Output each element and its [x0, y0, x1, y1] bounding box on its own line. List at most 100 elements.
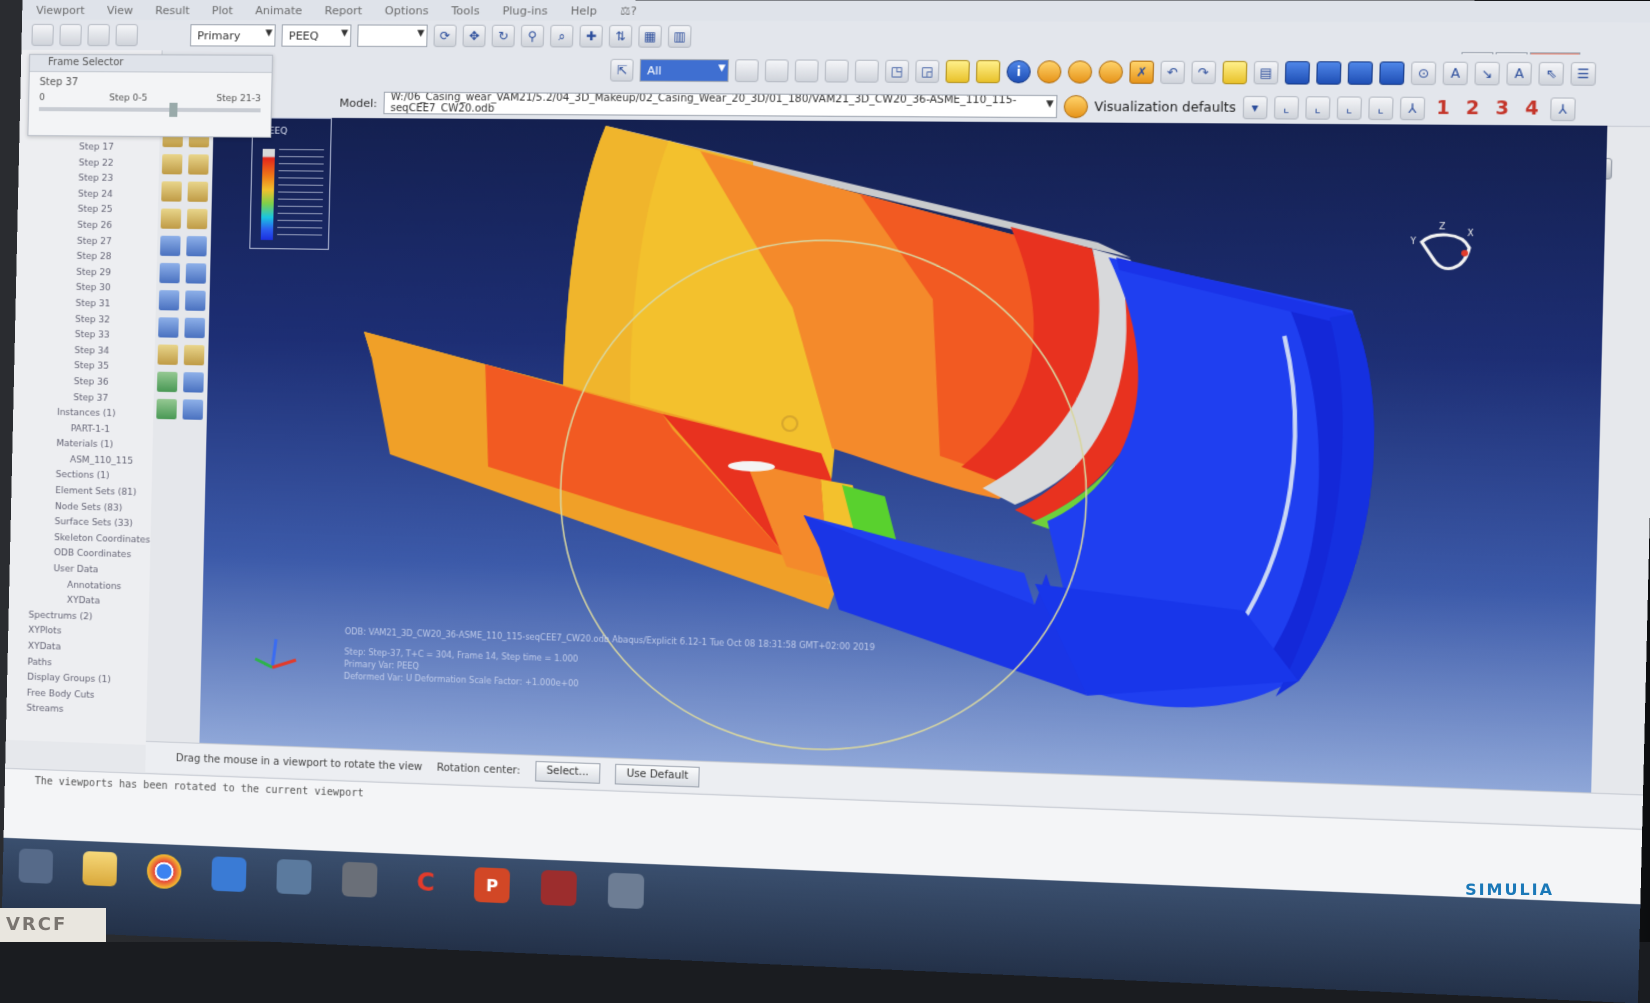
overlay-icon[interactable] — [1068, 60, 1093, 83]
powerpoint-icon[interactable]: P — [474, 867, 510, 903]
cursor-icon[interactable]: ⇖ — [1538, 62, 1564, 86]
start-icon[interactable] — [19, 848, 54, 883]
network-icon[interactable] — [276, 859, 312, 895]
section-cut-icon[interactable] — [156, 399, 177, 420]
visualization-dropdown-icon[interactable]: ▾ — [1242, 96, 1267, 119]
field-combo[interactable]: PEEQ▼ — [281, 24, 351, 46]
tree-item[interactable]: Step 25 — [18, 202, 159, 219]
contour-options-icon[interactable] — [186, 236, 207, 256]
primary-combo[interactable]: Primary▼ — [190, 24, 276, 46]
view-2-button[interactable]: 2 — [1461, 98, 1484, 120]
selection-filter-combo[interactable]: All▼ — [640, 59, 729, 82]
tile-stack-icon[interactable] — [1348, 61, 1373, 85]
select-icon[interactable] — [735, 59, 759, 82]
triad-icon[interactable]: ⅄ — [1550, 97, 1576, 121]
zoom-box-icon[interactable]: ⌕ — [550, 25, 574, 48]
xy-plot-icon[interactable] — [186, 263, 207, 283]
refresh-icon[interactable]: ⟳ — [433, 25, 456, 48]
chrome-icon[interactable] — [147, 854, 182, 890]
free-body-icon[interactable] — [184, 318, 205, 338]
list-icon[interactable]: ☰ — [1570, 62, 1596, 86]
settings-icon[interactable] — [541, 870, 577, 906]
replace-display-icon[interactable] — [183, 372, 204, 393]
tree-item[interactable]: Step 28 — [17, 249, 158, 266]
browser-icon[interactable] — [211, 856, 246, 892]
model-combo[interactable]: W:/06_Casing_wear_VAM21/5.2/04_3D_Makeup… — [383, 92, 1057, 118]
tree-item[interactable]: Step 17 — [19, 140, 160, 157]
view-back-icon[interactable]: ◲ — [915, 60, 939, 83]
common-options-icon[interactable] — [160, 236, 181, 256]
view-cut-icon[interactable] — [185, 290, 206, 310]
menu-viewport[interactable]: Viewport — [36, 3, 85, 16]
menu-report[interactable]: Report — [325, 4, 363, 17]
folder-icon[interactable] — [82, 851, 117, 887]
tree-item[interactable]: Step 23 — [18, 171, 159, 188]
frame-slider-knob[interactable] — [169, 103, 177, 117]
render-style-icon[interactable]: ▦ — [638, 25, 662, 48]
table-icon[interactable]: ▤ — [1254, 61, 1279, 84]
plot-material-orient-icon[interactable] — [187, 182, 208, 202]
display-options-icon[interactable] — [157, 372, 178, 393]
query-tool-icon[interactable] — [158, 344, 179, 364]
csys-yz-icon[interactable]: ⌞ — [1305, 96, 1330, 120]
create-path-icon[interactable] — [159, 290, 180, 310]
link-viewports-icon[interactable]: ⊙ — [1411, 62, 1436, 86]
plot-contours-deformed-icon[interactable] — [188, 154, 209, 174]
plot-contours-icon[interactable] — [162, 154, 183, 174]
sphere-icon[interactable] — [1098, 61, 1123, 84]
font-icon[interactable]: A — [1506, 62, 1532, 86]
redo-icon[interactable]: ↷ — [1191, 61, 1216, 84]
tree-item[interactable]: Step 26 — [17, 218, 158, 235]
auto-fit-icon[interactable]: ✚ — [579, 25, 603, 48]
plot-allow-multiple-icon[interactable] — [161, 208, 182, 228]
menu-view[interactable]: View — [107, 3, 134, 16]
ccleaner-icon[interactable]: C — [408, 864, 444, 900]
pan-icon[interactable]: ✥ — [462, 25, 485, 48]
undo-icon[interactable]: ↶ — [1160, 61, 1185, 84]
view-triad-icon[interactable]: Y Z X — [1398, 220, 1490, 285]
tree-item[interactable]: Step 22 — [19, 156, 160, 173]
arrow-annotation-icon[interactable]: ↘ — [1474, 62, 1500, 86]
plot-symbols-icon[interactable] — [161, 181, 182, 201]
menu-result[interactable]: Result — [155, 3, 190, 16]
select-box-icon[interactable] — [765, 59, 789, 82]
menu-plot[interactable]: Plot — [212, 4, 233, 17]
tile-horizontal-icon[interactable] — [1285, 61, 1310, 84]
menu-tools[interactable]: Tools — [451, 4, 479, 17]
select-drag-icon[interactable] — [795, 59, 819, 82]
save-icon[interactable] — [87, 24, 110, 46]
view-shaded-icon[interactable] — [976, 60, 1001, 83]
csys-zy-icon[interactable]: ⌞ — [1368, 97, 1393, 121]
frame-slider-track[interactable] — [39, 107, 261, 112]
view-4-button[interactable]: 4 — [1520, 98, 1543, 120]
csys-triad-icon[interactable]: ⅄ — [1400, 97, 1425, 121]
menu-plugins[interactable]: Plug-ins — [502, 4, 548, 17]
visualization-defaults-label[interactable]: Visualization defaults — [1094, 99, 1236, 115]
csys-xy-icon[interactable]: ⌞ — [1274, 96, 1299, 119]
xy-data-icon[interactable] — [159, 263, 180, 283]
print-icon[interactable] — [115, 24, 138, 46]
cycle-views-icon[interactable]: ⇅ — [609, 25, 633, 48]
info-icon[interactable]: i — [1006, 60, 1031, 83]
display-group-icon[interactable] — [1222, 61, 1247, 84]
mesh-icon[interactable]: ▥ — [668, 25, 692, 48]
open-icon[interactable] — [59, 24, 81, 46]
select-poly-icon[interactable] — [855, 60, 879, 83]
tile-cascade-icon[interactable] — [1316, 61, 1341, 84]
menu-options[interactable]: Options — [385, 4, 429, 17]
menu-animate[interactable]: Animate — [255, 4, 302, 17]
view-1-button[interactable]: 1 — [1431, 98, 1454, 119]
text-annotation-icon[interactable]: A — [1443, 62, 1469, 86]
csys-zx-icon[interactable]: ⌞ — [1336, 96, 1361, 120]
use-default-button[interactable]: Use Default — [615, 764, 700, 788]
casing-model[interactable] — [199, 117, 1607, 792]
section-icon[interactable] — [1037, 60, 1062, 83]
select-button[interactable]: Select... — [535, 761, 601, 784]
viewport[interactable]: PEEQ — [199, 117, 1607, 792]
misc-app-icon[interactable] — [608, 873, 645, 909]
select-circle-icon[interactable] — [825, 60, 849, 83]
magnify-icon[interactable]: ⚲ — [521, 25, 544, 48]
tile-vertical-icon[interactable] — [1379, 61, 1404, 85]
component-combo[interactable]: ▼ — [357, 24, 428, 47]
menu-help[interactable]: Help — [571, 4, 598, 17]
